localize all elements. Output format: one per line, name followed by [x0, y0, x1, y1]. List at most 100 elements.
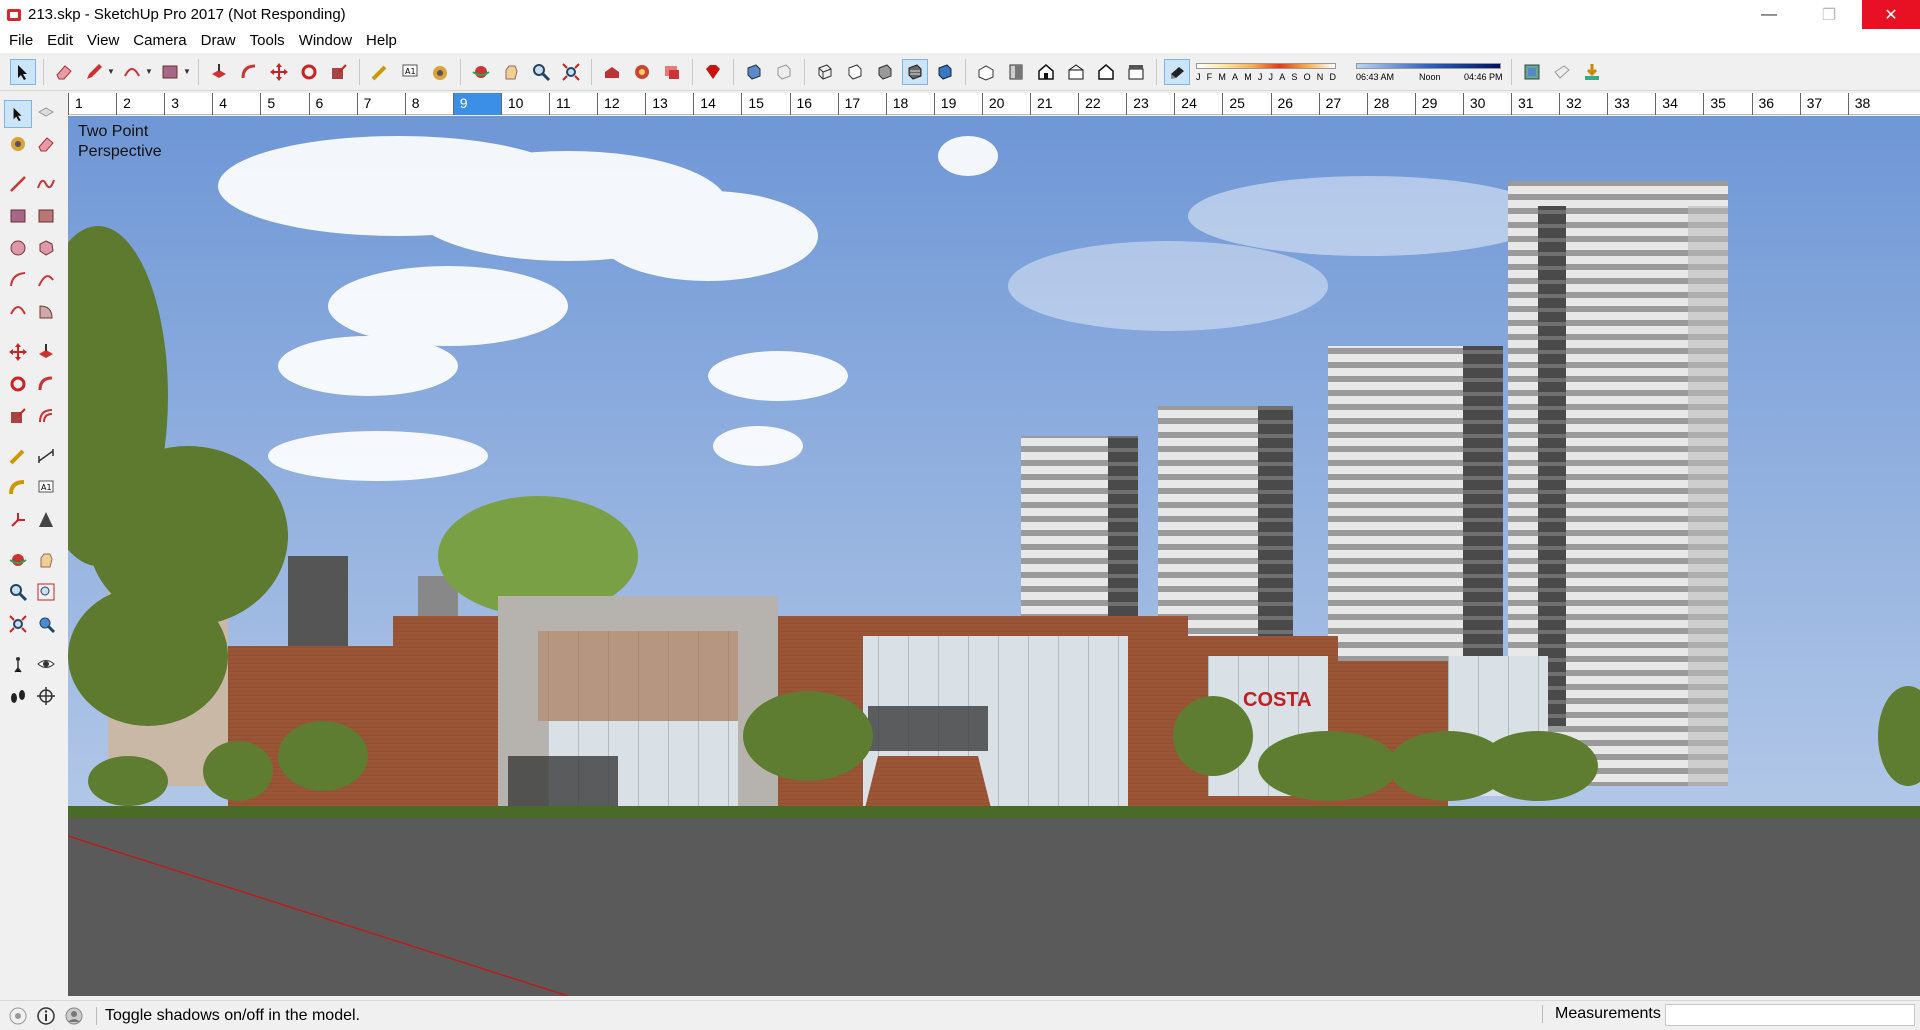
measurements-input[interactable] — [1665, 1004, 1915, 1026]
move-icon[interactable] — [266, 59, 292, 85]
follow-me-icon[interactable] — [32, 370, 60, 398]
menu-help[interactable]: Help — [359, 29, 404, 53]
scene-tab[interactable]: 22 — [1078, 93, 1126, 115]
rotate-icon[interactable] — [296, 59, 322, 85]
eraser-icon[interactable] — [51, 59, 77, 85]
scene-tab[interactable]: 30 — [1462, 93, 1511, 115]
pencil-dropdown-icon[interactable]: ▼ — [107, 67, 115, 76]
previous-view-icon[interactable] — [32, 610, 60, 638]
select-icon[interactable] — [10, 58, 36, 85]
scene-tab[interactable]: 4 — [212, 93, 260, 115]
push-pull-icon[interactable] — [32, 338, 60, 366]
eraser-icon[interactable] — [32, 130, 60, 158]
shadows-icon[interactable] — [1164, 58, 1190, 85]
scene-tab[interactable]: 7 — [356, 93, 405, 115]
menu-view[interactable]: View — [80, 29, 126, 53]
rectangle-icon[interactable] — [4, 202, 32, 230]
scene-tab[interactable]: 13 — [645, 93, 693, 115]
back-edges-icon[interactable] — [771, 59, 797, 85]
position-camera-icon[interactable] — [4, 650, 32, 678]
rotated-rectangle-icon[interactable] — [32, 202, 60, 230]
arc-dropdown-icon[interactable]: ▼ — [145, 67, 153, 76]
menu-edit[interactable]: Edit — [40, 29, 80, 53]
layout-icon[interactable] — [659, 59, 685, 85]
monochrome-icon[interactable] — [932, 59, 958, 85]
paint-bucket-icon[interactable] — [427, 59, 453, 85]
rectangle-icon[interactable] — [157, 59, 183, 85]
scene-tab[interactable]: 20 — [981, 93, 1030, 115]
section-plane-icon[interactable] — [32, 682, 60, 710]
3d-text-icon[interactable] — [32, 506, 60, 534]
add-location-icon[interactable] — [1549, 59, 1575, 85]
protractor-icon[interactable] — [4, 474, 32, 502]
move-icon[interactable] — [4, 338, 32, 366]
pie-icon[interactable] — [32, 298, 60, 326]
iso-icon[interactable] — [973, 59, 999, 85]
pan-icon[interactable] — [32, 546, 60, 574]
scene-tab[interactable]: 28 — [1366, 93, 1415, 115]
scene-tab[interactable]: 21 — [1030, 93, 1078, 115]
scene-tab[interactable]: 9 — [452, 93, 501, 115]
credits-info-icon[interactable] — [36, 1006, 56, 1026]
scene-tab[interactable]: 1 — [68, 93, 116, 115]
zoom-extents-icon[interactable] — [4, 610, 32, 638]
scene-tab[interactable]: 12 — [597, 93, 645, 115]
look-around-icon[interactable] — [32, 650, 60, 678]
scene-tab[interactable]: 32 — [1559, 93, 1607, 115]
menu-file[interactable]: File — [2, 29, 40, 53]
scene-tab[interactable]: 18 — [885, 93, 934, 115]
paint-bucket-icon[interactable] — [4, 130, 32, 158]
make-component-icon[interactable] — [32, 100, 60, 128]
pencil-icon[interactable] — [81, 59, 107, 85]
scene-tab[interactable]: 6 — [308, 93, 357, 115]
scale-icon[interactable] — [4, 402, 32, 430]
circle-icon[interactable] — [4, 234, 32, 262]
menu-tools[interactable]: Tools — [243, 29, 292, 53]
pan-icon[interactable] — [498, 59, 524, 85]
back-view-icon[interactable] — [1093, 59, 1119, 85]
arc-icon[interactable] — [119, 59, 145, 85]
text-icon[interactable]: A1 — [32, 474, 60, 502]
time-slider[interactable] — [1356, 62, 1501, 69]
menu-window[interactable]: Window — [292, 29, 359, 53]
left-view-icon[interactable] — [1123, 59, 1149, 85]
shaded-textures-icon[interactable] — [902, 58, 928, 85]
scene-tab[interactable]: 23 — [1126, 93, 1174, 115]
xray-icon[interactable] — [741, 59, 767, 85]
freehand-icon[interactable] — [32, 170, 60, 198]
scene-tab[interactable]: 14 — [693, 93, 741, 115]
scene-tab[interactable]: 8 — [404, 93, 453, 115]
shaded-icon[interactable] — [872, 59, 898, 85]
month-slider[interactable] — [1196, 62, 1336, 69]
zoom-extents-icon[interactable] — [558, 59, 584, 85]
offset-icon[interactable] — [32, 402, 60, 430]
scene-tab[interactable]: 5 — [260, 93, 308, 115]
scene-tab[interactable]: 37 — [1799, 93, 1848, 115]
geo-location-icon[interactable] — [1519, 59, 1545, 85]
walk-icon[interactable] — [4, 682, 32, 710]
scene-tab[interactable]: 11 — [549, 93, 597, 115]
text-icon[interactable]: A1 — [397, 59, 423, 85]
scale-icon[interactable] — [326, 59, 352, 85]
scene-tab[interactable]: 25 — [1222, 93, 1270, 115]
warehouse-icon[interactable] — [599, 59, 625, 85]
scene-tab[interactable]: 36 — [1751, 93, 1800, 115]
shadow-settings-sliders[interactable]: J F M A M J J A S O N D 06:43 AM Noon 04… — [1196, 59, 1506, 85]
line-icon[interactable] — [4, 170, 32, 198]
front-view-icon[interactable] — [1033, 59, 1059, 85]
tape-measure-icon[interactable] — [4, 442, 32, 470]
ruby-icon[interactable] — [700, 59, 726, 85]
right-view-icon[interactable] — [1063, 59, 1089, 85]
shapes-dropdown-icon[interactable]: ▼ — [183, 67, 191, 76]
polygon-icon[interactable] — [32, 234, 60, 262]
scene-tab[interactable]: 26 — [1270, 93, 1319, 115]
minimize-button[interactable]: — — [1740, 0, 1798, 29]
scene-tab[interactable]: 33 — [1607, 93, 1655, 115]
scene-tab[interactable]: 38 — [1847, 93, 1896, 115]
two-point-arc-icon[interactable] — [32, 266, 60, 294]
model-viewport[interactable]: COSTA Two Point Perspective — [68, 116, 1920, 996]
tape-measure-icon[interactable] — [367, 59, 393, 85]
wireframe-icon[interactable] — [812, 59, 838, 85]
scene-tab[interactable]: 27 — [1318, 93, 1367, 115]
dimension-icon[interactable] — [32, 442, 60, 470]
